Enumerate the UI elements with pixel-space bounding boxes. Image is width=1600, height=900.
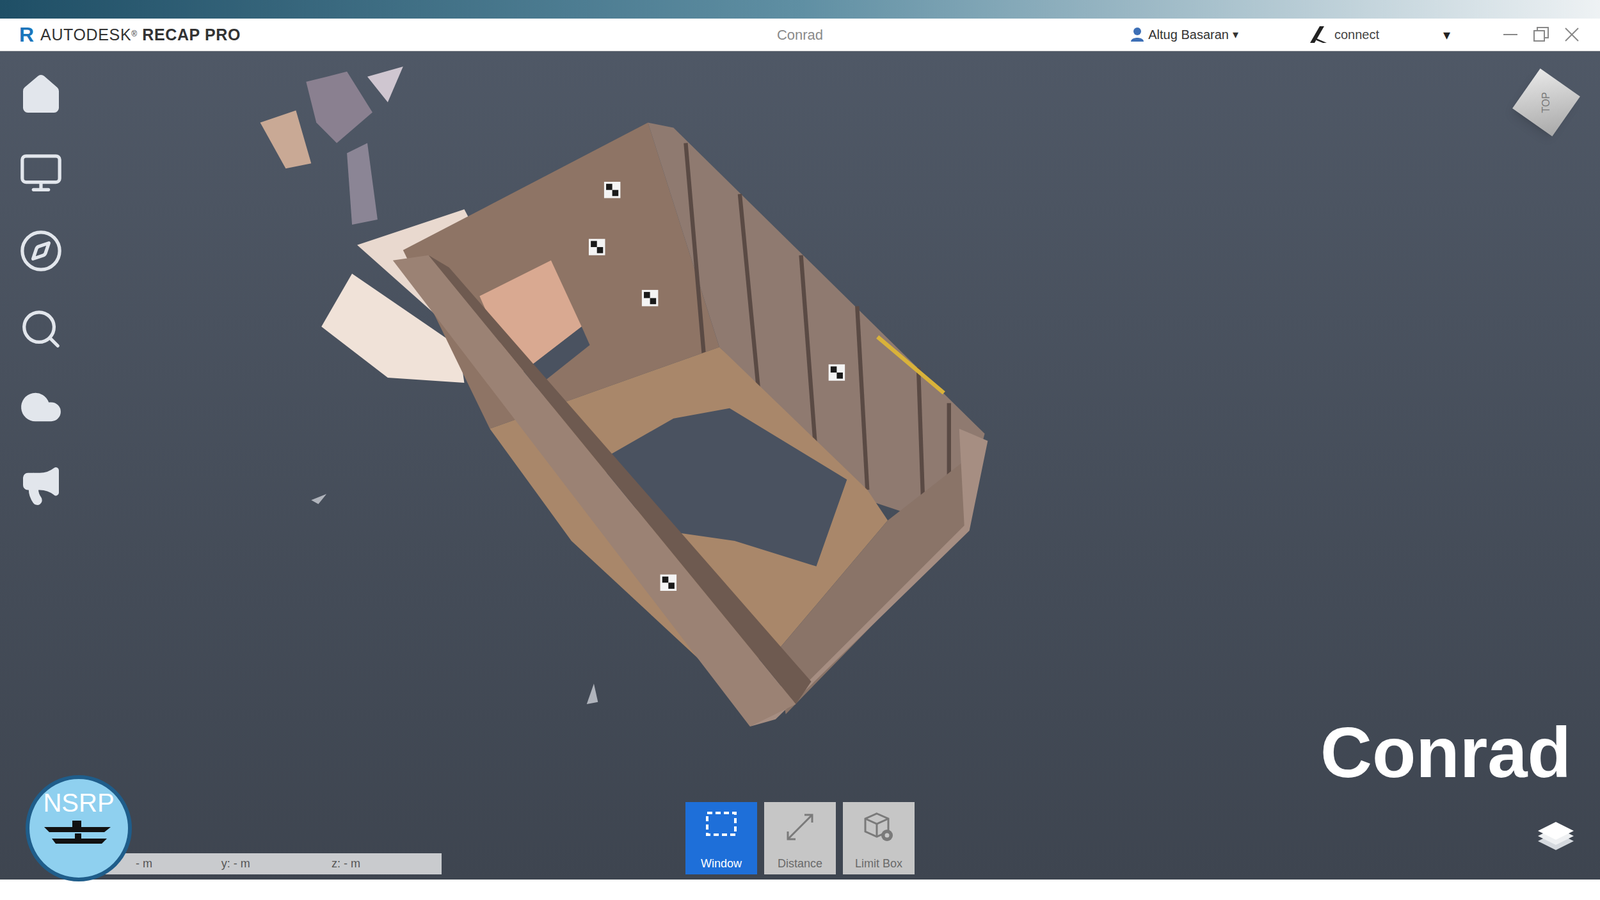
minimize-icon[interactable] <box>1501 25 1520 44</box>
view-cube[interactable]: TOP <box>1512 68 1581 137</box>
compass-icon[interactable] <box>18 228 64 274</box>
layers-icon[interactable] <box>1536 819 1576 856</box>
autodesk-logo-icon <box>1308 25 1328 44</box>
scan-target <box>604 181 621 198</box>
restore-icon[interactable] <box>1532 25 1551 44</box>
connect-menu[interactable]: connect▾ <box>1308 24 1451 46</box>
bottom-strip <box>0 879 1600 900</box>
monitor-icon[interactable] <box>18 150 64 196</box>
distance-icon <box>784 810 816 843</box>
scan-target <box>641 289 659 306</box>
search-icon[interactable] <box>18 306 64 352</box>
top-accent-bar <box>0 0 1600 19</box>
user-menu[interactable]: Altug Basaran▾ <box>1130 24 1239 45</box>
close-icon[interactable] <box>1562 25 1581 44</box>
coordinate-value: z: - m <box>331 855 442 873</box>
cloud-icon[interactable] <box>18 384 64 430</box>
sidebar <box>18 72 64 508</box>
tool-bar: WindowDistanceLimit Box <box>685 801 915 875</box>
home-icon[interactable] <box>18 72 64 118</box>
scan-target <box>828 364 846 381</box>
title-bar: RAUTODESK® RECAP PROConradAltug Basaran▾… <box>0 18 1600 52</box>
megaphone-icon[interactable] <box>18 462 64 508</box>
recap-logo: R <box>19 24 34 45</box>
coordinates-bar: - my: - mz: - m <box>102 853 442 875</box>
window-select-icon <box>705 810 738 837</box>
scan-target <box>660 574 678 591</box>
title-bar-right: Altug Basaran▾ connect▾ <box>1066 24 1600 46</box>
coordinate-value: y: - m <box>221 855 332 873</box>
window-title: Conrad <box>533 24 1067 46</box>
caption: Conrad <box>1320 716 1572 789</box>
limit-box-icon <box>862 810 895 843</box>
brand-name: AUTODESK® RECAP PRO <box>40 26 241 43</box>
user-icon <box>1130 26 1145 43</box>
tool-button[interactable]: Distance <box>764 801 836 875</box>
viewport[interactable]: TOP Conrad - my: - mz: - m WindowDistanceLi… <box>0 51 1600 880</box>
ship-silhouette-icon <box>40 815 118 848</box>
nsrp-badge: NSRP <box>25 775 132 882</box>
tool-button[interactable]: Window <box>685 801 758 875</box>
coordinate-value: - m <box>135 855 222 873</box>
window-controls <box>1501 25 1581 44</box>
recap-pro-window: RAUTODESK® RECAP PROConradAltug Basaran▾… <box>0 0 1600 900</box>
scan-target <box>588 238 606 255</box>
tool-button[interactable]: Limit Box <box>842 801 915 875</box>
brand: R AUTODESK® RECAP PRO <box>0 24 534 45</box>
